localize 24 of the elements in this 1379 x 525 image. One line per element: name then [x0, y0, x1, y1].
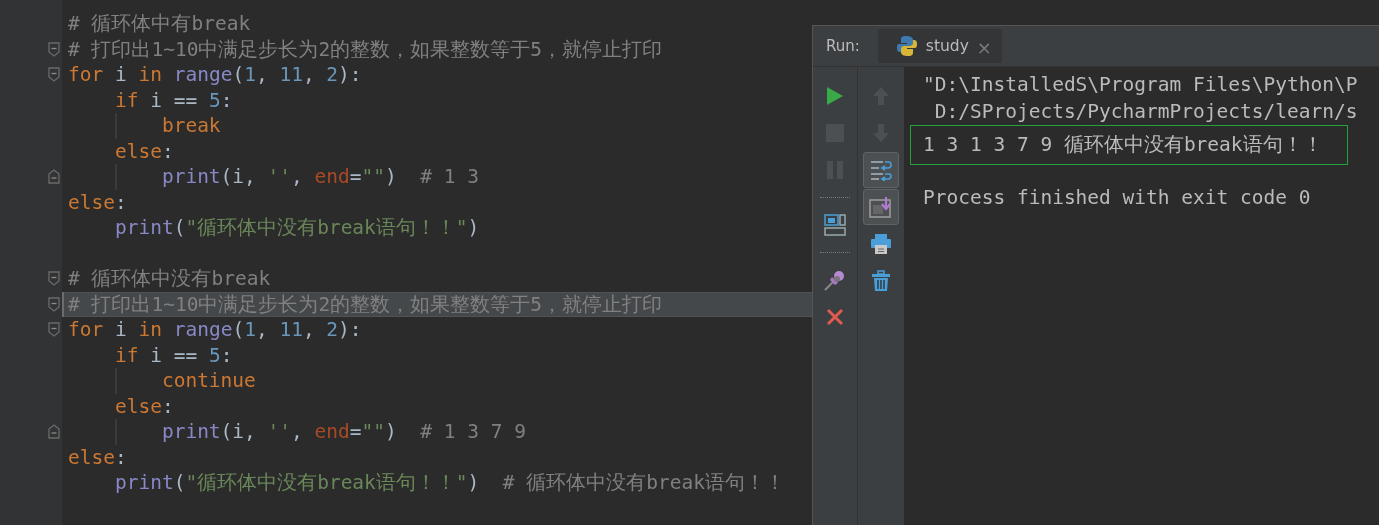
- fold-marker-icon[interactable]: [48, 41, 60, 57]
- python-logo-icon: [895, 35, 918, 57]
- panel-title: Run:: [826, 37, 860, 55]
- fold-marker-icon[interactable]: [48, 169, 60, 185]
- soft-wrap-icon: [869, 159, 893, 181]
- pin-icon: [824, 269, 846, 291]
- exit-message: Process finished with exit code 0: [922, 185, 1312, 211]
- toolbar-button[interactable]: [863, 152, 899, 188]
- play-icon: [826, 86, 844, 106]
- command-line: D:/SProjects/PycharmProjects/learn/s: [933, 99, 1359, 125]
- fold-marker-icon[interactable]: [48, 67, 60, 83]
- tab-label: study: [925, 37, 969, 55]
- program-output: 1 3 1 3 7 9 循环体中没有break语句！！: [910, 125, 1348, 165]
- trash-icon: [871, 270, 891, 292]
- printer-icon: [870, 233, 892, 255]
- fold-marker-icon[interactable]: [48, 296, 60, 312]
- fold-marker-icon[interactable]: [48, 271, 60, 287]
- fold-marker-icon[interactable]: [48, 424, 60, 440]
- command-line: "D:\InstalledS\Program Files\Python\P: [922, 72, 1359, 98]
- close-icon: [826, 308, 844, 326]
- run-tab[interactable]: study ×: [877, 29, 1002, 63]
- fold-marker-icon[interactable]: [48, 322, 60, 338]
- layout-icon: [824, 214, 846, 236]
- scroll-to-end-icon: [869, 196, 893, 218]
